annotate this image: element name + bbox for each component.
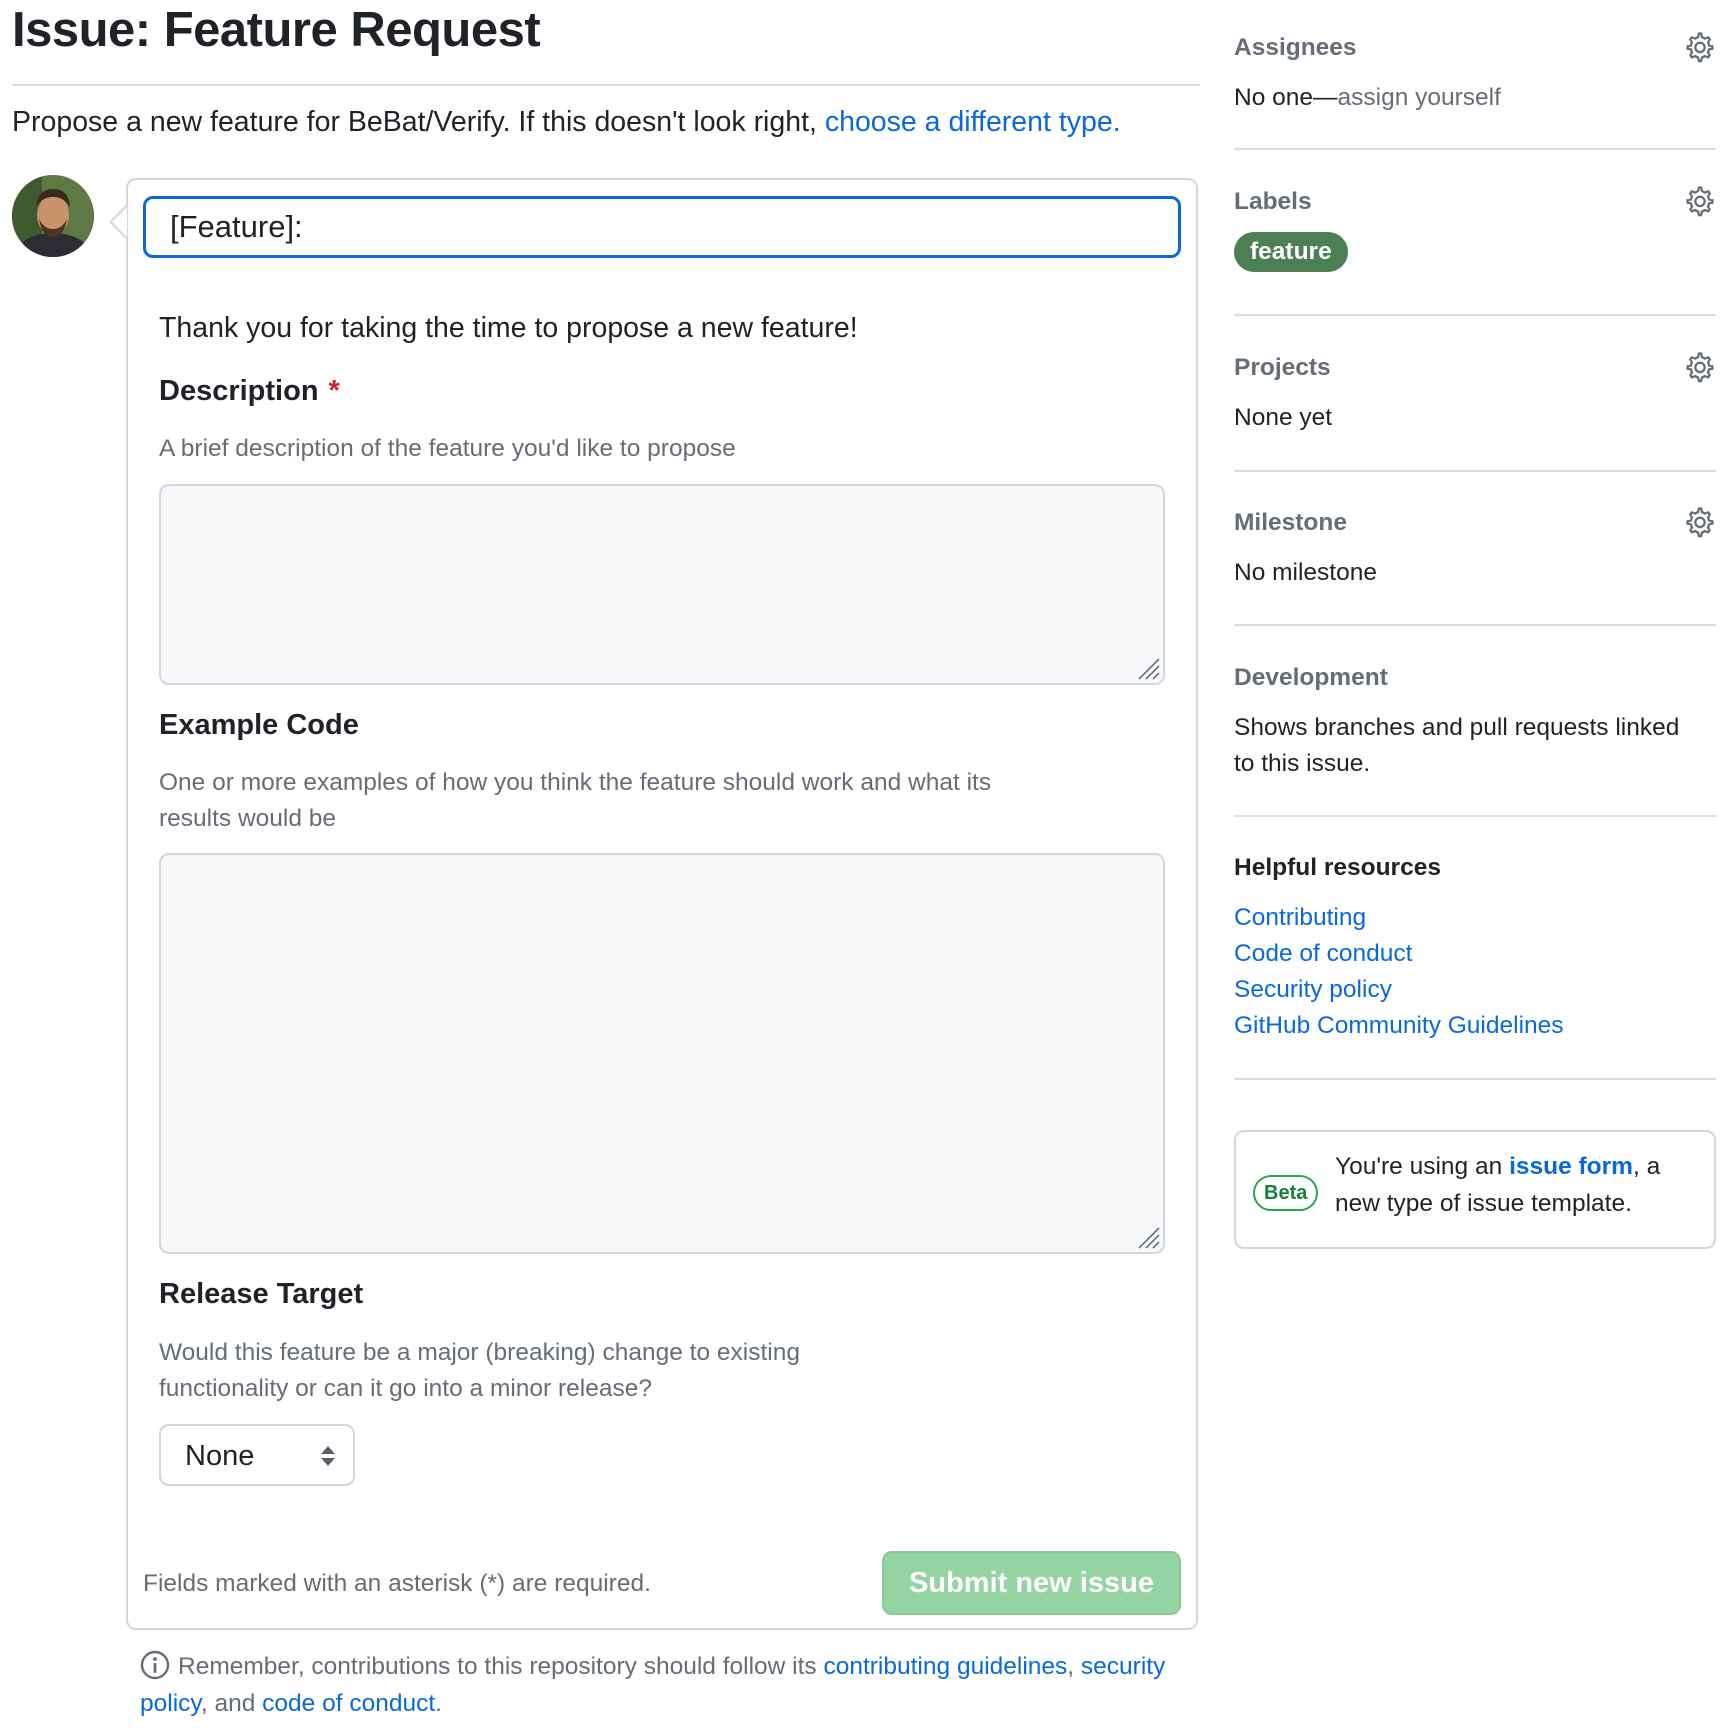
assignees-value: No one—assign yourself	[1234, 80, 1716, 116]
release-target-selected: None	[185, 1440, 255, 1472]
assignees-section: Assignees No one—assign yourself	[1234, 32, 1716, 116]
projects-title[interactable]: Projects	[1234, 354, 1716, 382]
helpful-resources-title: Helpful resources	[1234, 854, 1441, 881]
template-subtitle: Propose a new feature for BeBat/Verify. …	[12, 106, 1121, 139]
release-target-label: Release Target	[159, 1278, 364, 1310]
select-arrows-icon	[321, 1446, 335, 1466]
projects-section: Projects None yet	[1234, 352, 1716, 436]
beta-notice-text: You're using an issue form, a new type o…	[1335, 1148, 1705, 1222]
milestone-value: No milestone	[1234, 559, 1377, 586]
resource-link-community-guidelines[interactable]: GitHub Community Guidelines	[1234, 1008, 1716, 1044]
resource-link-code-of-conduct[interactable]: Code of conduct	[1234, 936, 1716, 972]
contribution-reminder: Remember, contributions to this reposito…	[140, 1648, 1190, 1722]
gear-icon[interactable]	[1682, 30, 1716, 64]
avatar[interactable]	[12, 175, 94, 257]
resource-link-security-policy[interactable]: Security policy	[1234, 972, 1716, 1008]
example-code-label: Example Code	[159, 709, 359, 741]
resource-link-contributing[interactable]: Contributing	[1234, 900, 1716, 936]
contributing-guidelines-link[interactable]: contributing guidelines	[823, 1653, 1067, 1680]
gear-icon[interactable]	[1682, 505, 1716, 539]
description-textarea[interactable]	[159, 484, 1165, 685]
development-value: Shows branches and pull requests linked …	[1234, 714, 1680, 777]
projects-value: None yet	[1234, 404, 1333, 431]
labels-section: Labels feature	[1234, 186, 1716, 272]
submit-new-issue-button[interactable]: Submit new issue	[882, 1551, 1181, 1615]
helpful-resources-section: Helpful resources Contributing Code of c…	[1234, 854, 1716, 1044]
resize-grip-icon[interactable]	[1135, 655, 1161, 681]
assignees-title[interactable]: Assignees	[1234, 34, 1716, 62]
example-code-textarea[interactable]	[159, 853, 1165, 1254]
page-title: Issue: Feature Request	[12, 3, 541, 57]
period-text: .	[435, 1690, 442, 1717]
assign-yourself-link[interactable]: assign yourself	[1338, 84, 1501, 111]
example-code-help: One or more examples of how you think th…	[159, 769, 992, 832]
form-intro-text: Thank you for taking the time to propose…	[159, 312, 858, 344]
description-label-text: Description	[159, 375, 319, 407]
separator-text: ,	[1067, 1653, 1081, 1680]
description-label: Description *	[159, 375, 340, 408]
development-title: Development	[1234, 664, 1388, 691]
issue-form-link[interactable]: issue form	[1509, 1153, 1633, 1180]
gear-icon[interactable]	[1682, 350, 1716, 384]
description-help: A brief description of the feature you'd…	[159, 435, 736, 462]
labels-title[interactable]: Labels	[1234, 188, 1716, 216]
issue-title-input[interactable]	[143, 196, 1181, 258]
title-divider	[12, 84, 1200, 86]
release-target-select[interactable]: None	[159, 1424, 355, 1486]
release-target-help: Would this feature be a major (breaking)…	[159, 1339, 800, 1402]
issue-form-beta-notice: Beta You're using an issue form, a new t…	[1234, 1130, 1716, 1249]
resize-grip-icon[interactable]	[1135, 1224, 1161, 1250]
label-badge-feature[interactable]: feature	[1234, 232, 1348, 272]
reminder-text: Remember, contributions to this reposito…	[178, 1653, 824, 1680]
code-of-conduct-link[interactable]: code of conduct	[262, 1690, 435, 1717]
separator-text: , and	[200, 1690, 263, 1717]
info-icon	[140, 1650, 170, 1680]
assignees-none-text: No one—	[1234, 84, 1338, 111]
milestone-title[interactable]: Milestone	[1234, 509, 1716, 537]
milestone-section: Milestone No milestone	[1234, 507, 1716, 591]
required-asterisk: *	[328, 375, 340, 407]
required-fields-note: Fields marked with an asterisk (*) are r…	[143, 1570, 651, 1597]
gear-icon[interactable]	[1682, 184, 1716, 218]
subtitle-text: Propose a new feature for BeBat/Verify. …	[12, 106, 825, 138]
choose-different-type-link[interactable]: choose a different type.	[825, 106, 1121, 138]
development-section: Development Shows branches and pull requ…	[1234, 664, 1716, 782]
beta-text-prefix: You're using an	[1335, 1153, 1510, 1180]
beta-badge: Beta	[1253, 1175, 1319, 1211]
